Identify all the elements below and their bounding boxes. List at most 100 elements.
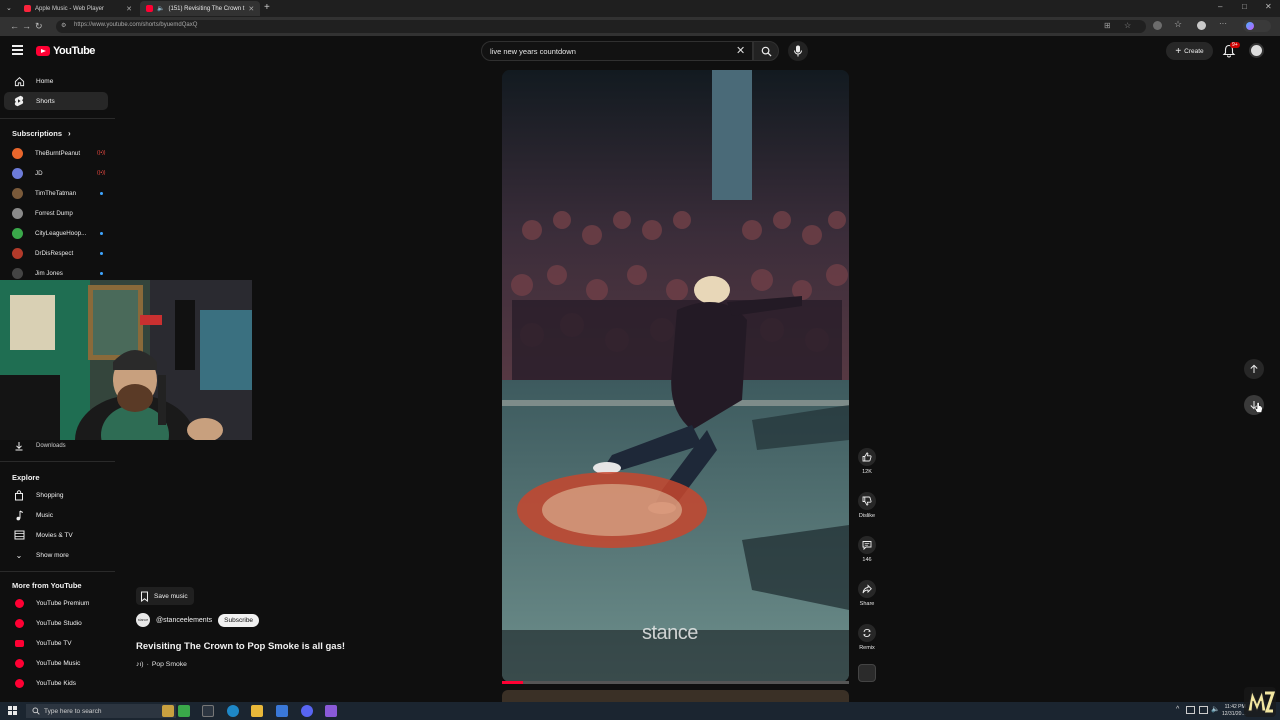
youtube-logo[interactable]: YouTube [36, 45, 95, 57]
close-window-icon[interactable]: ✕ [1265, 2, 1272, 11]
sidebar-item-youtube-music[interactable]: YouTube Music [4, 654, 108, 672]
youtube-tv-icon [14, 639, 24, 647]
save-music-button[interactable]: Save music [136, 587, 194, 605]
channel-name[interactable]: @stanceelements [156, 617, 212, 624]
sidebar-item-show-more[interactable]: ⌄ Show more [4, 546, 108, 564]
subscriptions-heading[interactable]: Subscriptions › [12, 129, 71, 138]
taskbar-search-input[interactable]: Type here to search [26, 704, 176, 718]
sidebar-item-shopping[interactable]: Shopping [4, 486, 108, 504]
bookmark-star-icon[interactable]: ☆ [1124, 21, 1131, 30]
extension-icon[interactable] [1153, 21, 1162, 30]
url-text: https://www.youtube.com/shorts/byuemdQax… [74, 22, 198, 28]
share-button[interactable]: Share [856, 580, 878, 607]
sidebar-item-label: Downloads [36, 443, 66, 449]
subscription-item[interactable]: TimTheTatman [4, 184, 108, 202]
remix-button[interactable]: Remix [856, 624, 878, 651]
browser-address-bar: ← → ↻ ⚙ https://www.youtube.com/shorts/b… [0, 17, 1280, 36]
file-explorer-icon[interactable] [251, 705, 263, 717]
webcam-overlay [0, 280, 252, 440]
tab-youtube-short[interactable]: 🔈 (151) Revisiting The Crown t ✕ [140, 1, 260, 16]
like-count: 12K [862, 469, 872, 475]
video-progress-bar[interactable] [502, 681, 849, 684]
comments-button[interactable]: 146 [856, 536, 878, 563]
search-button[interactable] [753, 41, 779, 61]
sidebar-item-label: Shorts [36, 97, 55, 105]
speaker-icon: 🔈 [157, 6, 165, 12]
sidebar-item-label: YouTube TV [36, 639, 72, 647]
sidebar-item-home[interactable]: Home [4, 72, 108, 90]
sidebar-item-youtube-tv[interactable]: YouTube TV [4, 634, 108, 652]
tray-chevron-icon[interactable]: ^ [1176, 706, 1179, 713]
sound-link[interactable]: ♪ı) · Pop Smoke [136, 661, 187, 668]
url-field[interactable]: ⚙ https://www.youtube.com/shorts/byuemdQ… [56, 20, 1146, 33]
sound-name: Pop Smoke [151, 661, 187, 668]
maximize-icon[interactable]: □ [1242, 2, 1247, 11]
sidebar-item-movies-tv[interactable]: Movies & TV [4, 526, 108, 544]
channel-avatar [12, 167, 23, 179]
tab-close-icon[interactable]: ✕ [126, 5, 132, 13]
home-icon [14, 76, 24, 86]
logo-text: YouTube [53, 45, 95, 57]
taskbar-app-icon[interactable] [162, 705, 174, 717]
profile-icon[interactable] [1197, 21, 1206, 30]
mouse-cursor-icon [1254, 402, 1263, 413]
search-input[interactable]: live new years countdown [481, 41, 753, 61]
more-options-icon[interactable]: ··· [1219, 19, 1227, 28]
tab-list-chevron-icon[interactable]: ⌄ [6, 4, 12, 12]
volume-icon[interactable]: 🔈 [1211, 705, 1220, 713]
subscribe-button[interactable]: Subscribe [218, 613, 260, 627]
sidebar-item-label: YouTube Studio [36, 619, 82, 627]
remix-icon [863, 629, 871, 637]
shorts-video-player[interactable]: stance [502, 70, 849, 682]
back-arrow-icon[interactable]: ← [10, 21, 19, 31]
reload-icon[interactable]: ↻ [35, 21, 43, 32]
menu-icon[interactable] [12, 45, 23, 55]
dislike-button[interactable]: Dislike [856, 492, 878, 519]
taskbar-app-icon[interactable] [178, 705, 190, 717]
sidebar-item-youtube-studio[interactable]: YouTube Studio [4, 614, 108, 632]
clear-search-icon[interactable]: ✕ [736, 44, 745, 57]
channel-avatar[interactable]: stance [136, 613, 150, 627]
subscription-item[interactable]: TheBurntPeanut ((•)) [4, 144, 108, 162]
voice-search-button[interactable] [788, 41, 808, 61]
subscription-item[interactable]: Forrest Dump [4, 204, 108, 222]
edge-browser-icon[interactable] [227, 705, 239, 717]
tab-close-icon[interactable]: ✕ [248, 5, 254, 13]
channel-name: Jim Jones [35, 269, 63, 277]
browser-tab-bar: ⌄ Apple Music - Web Player ✕ 🔈 (151) Rev… [0, 0, 1280, 17]
tab-apple-music[interactable]: Apple Music - Web Player ✕ [18, 1, 138, 16]
sidebar-divider [0, 461, 115, 462]
subscription-item[interactable]: JD ((•)) [4, 164, 108, 182]
share-label: Share [859, 601, 875, 607]
subscription-item[interactable]: CityLeagueHoop... [4, 224, 108, 242]
thumbs-up-icon [862, 452, 872, 462]
sidebar-item-music[interactable]: Music [4, 506, 108, 524]
create-button[interactable]: + Create [1166, 42, 1213, 60]
install-app-icon[interactable]: ⊞ [1104, 21, 1111, 30]
sound-thumbnail[interactable] [858, 664, 876, 682]
network-icon[interactable] [1199, 706, 1208, 714]
taskbar-app-icon[interactable] [276, 705, 288, 717]
previous-short-button[interactable] [1244, 359, 1264, 379]
subscription-item[interactable]: DrDisRespect [4, 244, 108, 262]
discord-icon[interactable] [301, 705, 313, 717]
account-avatar[interactable] [1249, 43, 1264, 58]
sidebar-item-shorts[interactable]: Shorts [4, 92, 108, 110]
obs-icon[interactable] [325, 705, 337, 717]
like-button[interactable]: 12K [856, 448, 878, 475]
next-short-preview[interactable] [502, 690, 849, 702]
favorites-icon[interactable]: ☆ [1174, 19, 1182, 30]
channel-name: CityLeagueHoop... [35, 229, 87, 237]
sidebar-item-youtube-kids[interactable]: YouTube Kids [4, 674, 108, 692]
task-view-icon[interactable] [202, 705, 214, 717]
site-info-icon[interactable]: ⚙ [61, 22, 66, 29]
new-tab-plus-icon[interactable]: + [264, 2, 270, 13]
channel-avatar [12, 187, 23, 199]
forward-arrow-icon[interactable]: → [22, 21, 31, 31]
more-from-youtube-heading: More from YouTube [12, 581, 82, 590]
tray-app-icon[interactable] [1186, 706, 1195, 714]
sidebar-item-youtube-premium[interactable]: YouTube Premium [4, 594, 108, 612]
copilot-chat-button[interactable] [1243, 20, 1271, 32]
windows-start-icon[interactable] [8, 706, 17, 715]
minimize-icon[interactable]: – [1218, 2, 1222, 11]
